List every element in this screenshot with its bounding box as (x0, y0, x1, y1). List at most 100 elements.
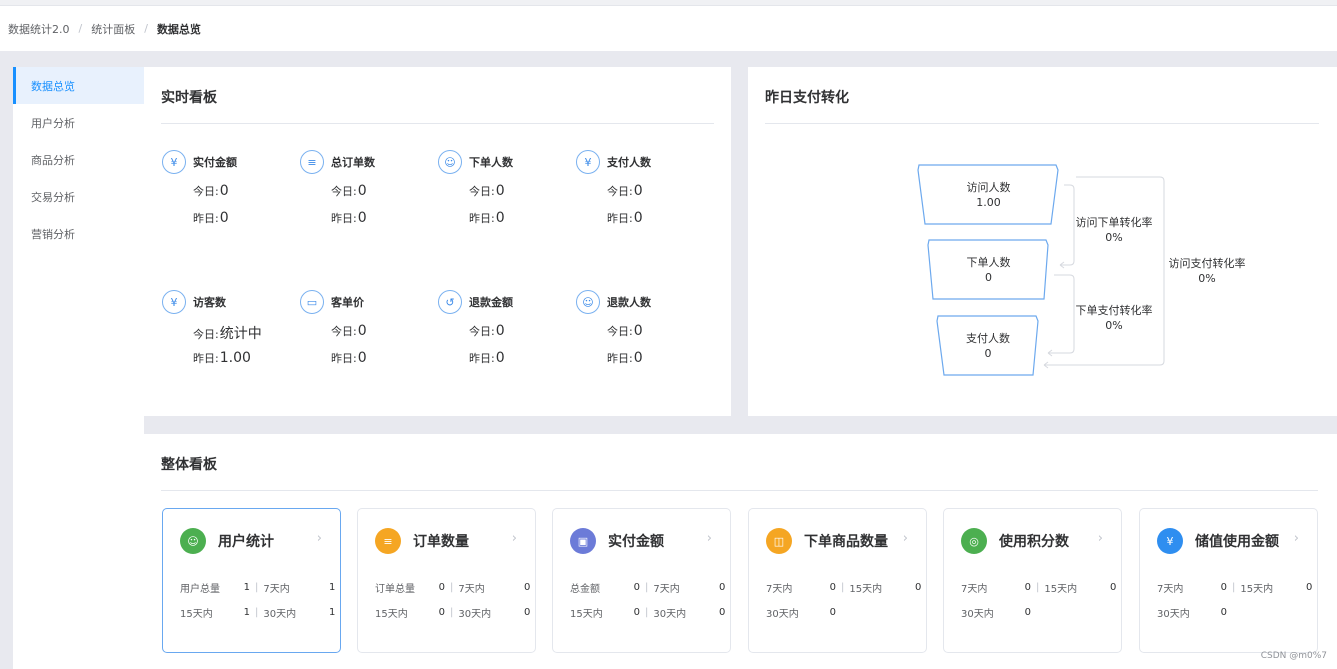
stat-today: 今日: 0 (193, 183, 292, 201)
stat-value: 0 (495, 183, 505, 199)
funnel-stage-label: 支付人数 (966, 331, 1010, 345)
chevron-right-icon[interactable]: › (512, 531, 517, 546)
stat-label: 实付金额 (193, 156, 237, 169)
chevron-right-icon[interactable]: › (903, 531, 908, 546)
divider: | (450, 607, 454, 618)
card-metric-label: 15天内 (375, 609, 408, 620)
stat-value: 0 (495, 210, 505, 226)
sidebar-item-product-analysis[interactable]: 商品分析 (13, 141, 144, 178)
stat-key: 今日: (469, 185, 495, 198)
card-metric: 7天内 0 (961, 580, 1031, 595)
card-metric-label: 用户总量 (180, 584, 220, 595)
stat-item: ¥ 访客数 今日: 统计中 昨日: 1.00 (162, 290, 292, 368)
card-metric-value: 0 (1024, 607, 1031, 618)
chevron-right-icon[interactable]: › (1294, 531, 1299, 546)
stat-yesterday: 昨日: 1.00 (193, 350, 292, 368)
watermark: CSDN @m0%7 (1260, 651, 1327, 661)
overall-card[interactable]: ▣ 实付金额 › 总金额 0 | 7天内 0 15天内 0 | 30天内 0 (552, 508, 731, 653)
card-metric-label: 15天内 (1044, 584, 1078, 595)
card-metric: 7天内 1 (263, 580, 335, 595)
stat-header: ↺ 退款金额 (438, 290, 568, 314)
card-metric: 15天内 0 (570, 605, 640, 620)
funnel-stage-value: 0 (984, 346, 992, 360)
card-metric-label: 30天内 (263, 609, 297, 620)
card-metric-value: 1 (243, 582, 250, 593)
divider: | (645, 582, 649, 593)
breadcrumb-item-stats[interactable]: 数据统计2.0 (8, 21, 70, 37)
conversion-value: 0% (1198, 272, 1216, 285)
stat-item: ¥ 实付金额 今日: 0 昨日: 0 (162, 150, 292, 228)
conversion-visit-order: 访问下单转化率 0% (1070, 215, 1158, 245)
card-metric-label: 7天内 (653, 584, 680, 595)
stat-key: 今日: (607, 325, 633, 338)
money-bag-icon: ¥ (1157, 528, 1183, 554)
coin-stack-icon: ◎ (961, 528, 987, 554)
overall-card[interactable]: ¥ 储值使用金额 › 7天内 0 | 15天内 0 30天内 0 (1139, 508, 1318, 653)
stat-key: 昨日: (331, 212, 357, 225)
card-metric: 订单总量 0 (375, 580, 445, 595)
overall-card[interactable]: ≡ 订单数量 › 订单总量 0 | 7天内 0 15天内 0 | 30天内 0 (357, 508, 536, 653)
card-metric: 30天内 0 (1157, 605, 1227, 620)
stat-yesterday: 昨日: 0 (469, 350, 568, 368)
stat-key: 今日: (331, 185, 357, 198)
stat-value: 0 (633, 323, 643, 339)
order-icon: ≡ (375, 528, 401, 554)
refund-icon: ↺ (438, 290, 462, 314)
stat-key: 昨日: (193, 212, 219, 225)
chevron-right-icon[interactable]: › (317, 531, 322, 546)
stat-today: 今日: 0 (607, 183, 706, 201)
overall-card[interactable]: ◫ 下单商品数量 › 7天内 0 | 15天内 0 30天内 0 (748, 508, 927, 653)
card-metric: 30天内 0 (653, 605, 725, 620)
sidebar-item-user-analysis[interactable]: 用户分析 (13, 104, 144, 141)
card-row: 15天内 1 | 30天内 1 (180, 605, 335, 620)
card-metric-value: 1 (329, 582, 336, 593)
stat-value: 统计中 (219, 326, 262, 342)
stat-yesterday: 昨日: 0 (469, 210, 568, 228)
breadcrumb-separator: / (144, 22, 148, 35)
card-metric-label: 7天内 (458, 584, 485, 595)
overall-card[interactable]: ☺ 用户统计 › 用户总量 1 | 7天内 1 15天内 1 | 30天内 1 (162, 508, 341, 653)
chevron-right-icon[interactable]: › (707, 531, 712, 546)
stat-value: 0 (633, 210, 643, 226)
card-title: 储值使用金额 (1195, 534, 1279, 550)
conversion-visit-pay: 访问支付转化率 0% (1162, 256, 1252, 286)
funnel-stage-value: 0 (985, 270, 992, 284)
card-row: 用户总量 1 | 7天内 1 (180, 580, 335, 595)
stat-item: ≡ 总订单数 今日: 0 昨日: 0 (300, 150, 430, 228)
card-metric-label: 30天内 (458, 609, 492, 620)
card-metric-value: 0 (524, 607, 531, 618)
card-metric-label: 30天内 (653, 609, 687, 620)
chevron-right-icon[interactable]: › (1098, 531, 1103, 546)
divider: | (255, 607, 259, 618)
card-metric-value: 0 (1024, 582, 1031, 593)
stat-value: 0 (633, 350, 643, 366)
funnel-stage-visits: 访问人数 1.00 (919, 165, 1058, 224)
overall-card[interactable]: ◎ 使用积分数 › 7天内 0 | 15天内 0 30天内 0 (943, 508, 1122, 653)
card-metric-label: 7天内 (766, 584, 793, 595)
card-row: 15天内 0 | 30天内 0 (570, 605, 725, 620)
divider: | (255, 582, 259, 593)
card-metric: 15天内 0 (849, 580, 921, 595)
conversion-order-pay: 下单支付转化率 0% (1070, 303, 1158, 333)
sidebar-item-overview[interactable]: 数据总览 (13, 67, 144, 104)
breadcrumb-item-panel[interactable]: 统计面板 (91, 21, 135, 37)
funnel-stage-value: 1.00 (976, 195, 1001, 209)
conversion-value: 0% (1105, 231, 1123, 244)
funnel-stage-label: 下单人数 (966, 255, 1011, 269)
breadcrumb-item-current: 数据总览 (156, 22, 201, 36)
card-metric: 用户总量 1 (180, 580, 250, 595)
funnel-stage-label: 访问人数 (966, 180, 1011, 194)
stat-key: 昨日: (607, 212, 633, 225)
card-metric: 15天内 0 (1240, 580, 1312, 595)
stat-item: ☺ 退款人数 今日: 0 昨日: 0 (576, 290, 706, 368)
stat-value: 0 (495, 350, 505, 366)
card-metric-value: 0 (829, 607, 836, 618)
sidebar-item-marketing-analysis[interactable]: 营销分析 (13, 215, 144, 252)
card-metric: 7天内 0 (458, 580, 530, 595)
overall-title: 整体看板 (161, 457, 217, 473)
card-metric-label: 15天内 (1240, 584, 1274, 595)
stat-yesterday: 昨日: 0 (193, 210, 292, 228)
card-metric-label: 15天内 (849, 584, 883, 595)
card-metric-value: 0 (1306, 582, 1313, 593)
sidebar-item-trade-analysis[interactable]: 交易分析 (13, 178, 144, 215)
